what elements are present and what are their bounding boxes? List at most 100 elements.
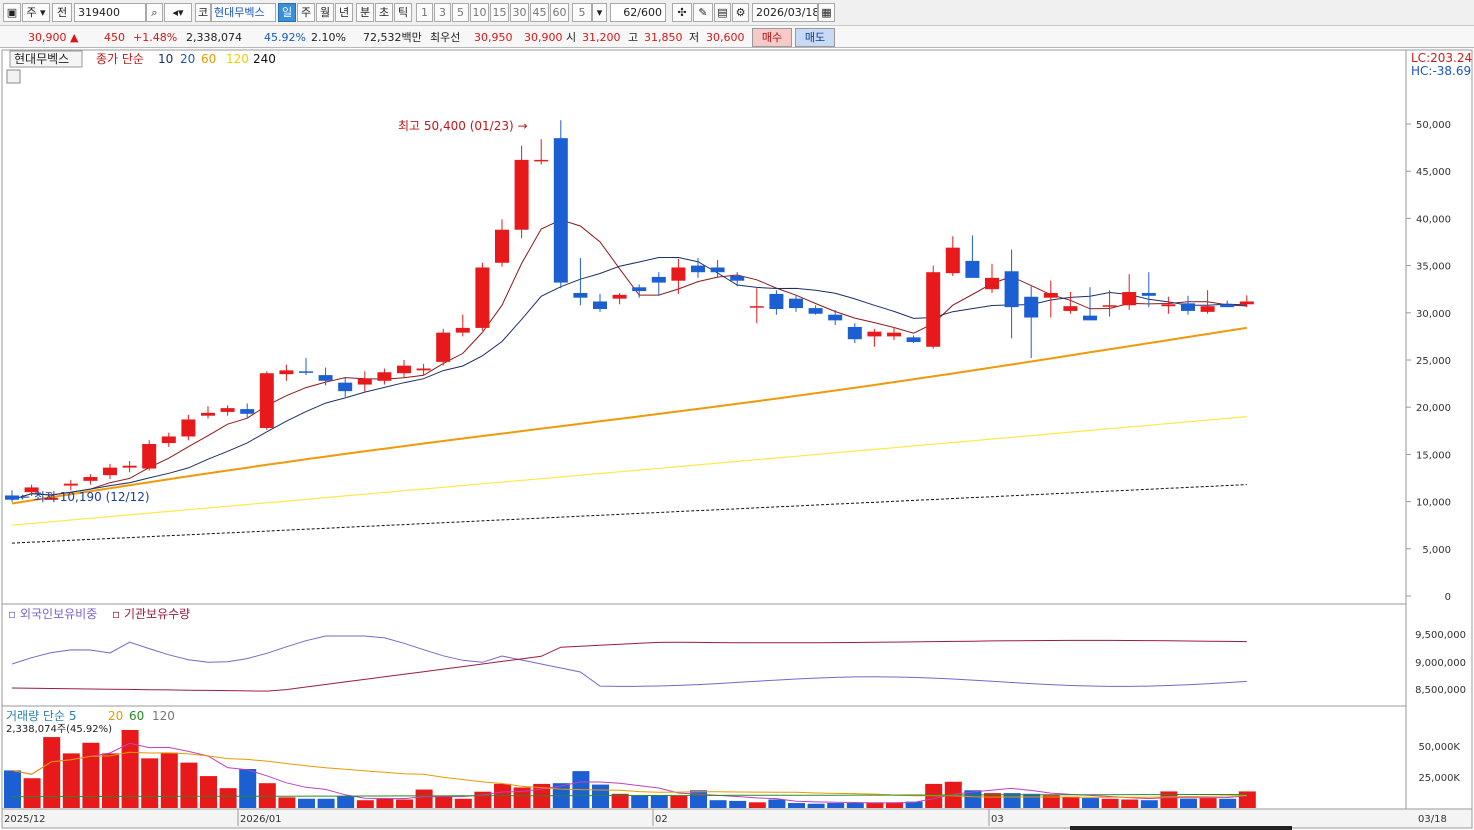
minute-60-button[interactable]: 60 bbox=[550, 3, 569, 22]
candle-body bbox=[279, 370, 294, 375]
candle-body bbox=[651, 276, 666, 283]
speaker-icon[interactable]: ◂▾ bbox=[164, 3, 192, 22]
ownership-tick-label: 9,000,000 bbox=[1415, 658, 1466, 669]
institution-legend: ▫ 기관보유수량 bbox=[112, 607, 190, 621]
volume-bar bbox=[1003, 793, 1021, 808]
count-dropdown-icon[interactable]: ▾ bbox=[592, 3, 607, 22]
ma-legend-10: 10 bbox=[158, 52, 173, 66]
market-type-select[interactable]: 주 ▾ bbox=[22, 3, 50, 22]
candle-body bbox=[240, 409, 255, 414]
volume-bar bbox=[1219, 798, 1237, 808]
candle-body bbox=[122, 465, 137, 468]
candle-body bbox=[906, 337, 921, 343]
trade-amount: 72,532백만 bbox=[363, 31, 422, 44]
minute-5-button[interactable]: 5 bbox=[452, 3, 469, 22]
minute-30-button[interactable]: 30 bbox=[510, 3, 529, 22]
period-tick-tab[interactable]: 틱 bbox=[394, 3, 412, 22]
gear-icon[interactable]: ⚙ bbox=[732, 3, 749, 22]
volume-value: 2,338,074 bbox=[186, 31, 242, 44]
calendar-icon[interactable]: ▦ bbox=[818, 3, 835, 22]
candle-body bbox=[416, 368, 431, 371]
period-month-tab[interactable]: 월 bbox=[316, 3, 334, 22]
volume-bar bbox=[788, 803, 805, 808]
volume-bar bbox=[1101, 798, 1119, 808]
candle-body bbox=[985, 277, 999, 290]
candle-body bbox=[299, 371, 313, 373]
candle-body bbox=[553, 138, 568, 283]
volume-bar bbox=[200, 776, 217, 808]
period-minute-tab[interactable]: 분 bbox=[356, 3, 374, 22]
volume-tick-label: 25,000K bbox=[1418, 773, 1460, 784]
buy-button[interactable]: 매수 bbox=[752, 28, 792, 47]
foreign-legend: ▫ 외국인보유비중 bbox=[8, 607, 97, 621]
minute-10-button[interactable]: 10 bbox=[470, 3, 489, 22]
volume-tick-label: 50,000K bbox=[1418, 742, 1460, 753]
candle-body bbox=[1083, 315, 1097, 321]
main-panel[interactable] bbox=[1, 49, 1407, 605]
volume-bar bbox=[82, 742, 100, 808]
low-label: 저 bbox=[689, 31, 700, 44]
minute-15-button[interactable]: 15 bbox=[490, 3, 509, 22]
volume-bar bbox=[337, 795, 355, 808]
volume-bar bbox=[1199, 798, 1217, 808]
candle-body bbox=[710, 267, 725, 273]
price-tick-label: 0 bbox=[1445, 592, 1451, 603]
candle-body bbox=[847, 326, 862, 340]
ma-legend-120: 120 bbox=[226, 52, 249, 66]
best-label: 최우선 bbox=[430, 31, 461, 44]
volume-bar bbox=[298, 798, 315, 808]
page-count[interactable]: 62/600 bbox=[610, 3, 666, 22]
best-bid: 30,900 bbox=[524, 31, 563, 44]
candle-body bbox=[220, 408, 235, 412]
price-tick-label: 40,000 bbox=[1416, 214, 1451, 225]
scroll-handle[interactable] bbox=[1070, 826, 1292, 830]
period-week-tab[interactable]: 주 bbox=[297, 3, 315, 22]
candle-body bbox=[1043, 292, 1058, 298]
high-label: 고 bbox=[628, 31, 639, 44]
minute-45-button[interactable]: 45 bbox=[530, 3, 549, 22]
candle-body bbox=[377, 372, 392, 381]
candle-body bbox=[1102, 305, 1117, 307]
sell-button[interactable]: 매도 bbox=[795, 28, 835, 47]
date-tick-label: 2025/12 bbox=[4, 814, 46, 825]
prefix-button[interactable]: 전 bbox=[52, 3, 72, 22]
panel-menu-icon[interactable] bbox=[6, 69, 21, 84]
count-select[interactable]: 5 bbox=[572, 3, 592, 22]
candle-body bbox=[1181, 303, 1195, 311]
period-year-tab[interactable]: 년 bbox=[335, 3, 353, 22]
layout-icon[interactable]: ▣ bbox=[3, 3, 21, 22]
minute-3-button[interactable]: 3 bbox=[434, 3, 451, 22]
minute-1-button[interactable]: 1 bbox=[416, 3, 433, 22]
volume-bar bbox=[435, 795, 453, 808]
stock-chart[interactable]: 50,000 45,000 40,000 35,000 30,000 25,000 20,0… bbox=[0, 48, 1474, 830]
period-day-tab[interactable]: 일 bbox=[278, 3, 296, 22]
period-second-tab[interactable]: 초 bbox=[375, 3, 393, 22]
candle-body bbox=[338, 382, 353, 392]
price-tick-label: 45,000 bbox=[1416, 167, 1451, 178]
volume-bar bbox=[141, 758, 159, 808]
price-tick-label: 50,000 bbox=[1416, 120, 1451, 131]
candle-body bbox=[671, 267, 686, 281]
volume-bar bbox=[4, 770, 21, 808]
low-price: 30,600 bbox=[706, 31, 745, 44]
high-price: 31,850 bbox=[644, 31, 683, 44]
code-input[interactable]: 319400 bbox=[74, 3, 146, 22]
volume-bar bbox=[631, 795, 649, 808]
candle-body bbox=[397, 365, 411, 374]
price-change: 450 bbox=[104, 31, 125, 44]
candle-body bbox=[926, 272, 941, 347]
volume-legend-60: 60 bbox=[129, 709, 144, 723]
zoom-icon[interactable]: ✣ bbox=[672, 3, 692, 22]
volume-bar bbox=[396, 799, 413, 808]
save-icon[interactable]: ▤ bbox=[714, 3, 731, 22]
date-axis bbox=[1, 808, 1473, 829]
stock-name[interactable]: 현대무벡스 bbox=[211, 3, 276, 22]
candle-body bbox=[161, 436, 176, 444]
volume-bar bbox=[1238, 791, 1256, 808]
draw-tool-icon[interactable]: ✎ bbox=[693, 3, 713, 22]
date-input[interactable]: 2026/03/18 bbox=[752, 3, 818, 22]
search-icon[interactable]: ⌕ bbox=[146, 3, 163, 22]
candle-body bbox=[318, 375, 333, 381]
ownership-tick-label: 9,500,000 bbox=[1415, 630, 1466, 641]
candle-body bbox=[357, 378, 372, 385]
